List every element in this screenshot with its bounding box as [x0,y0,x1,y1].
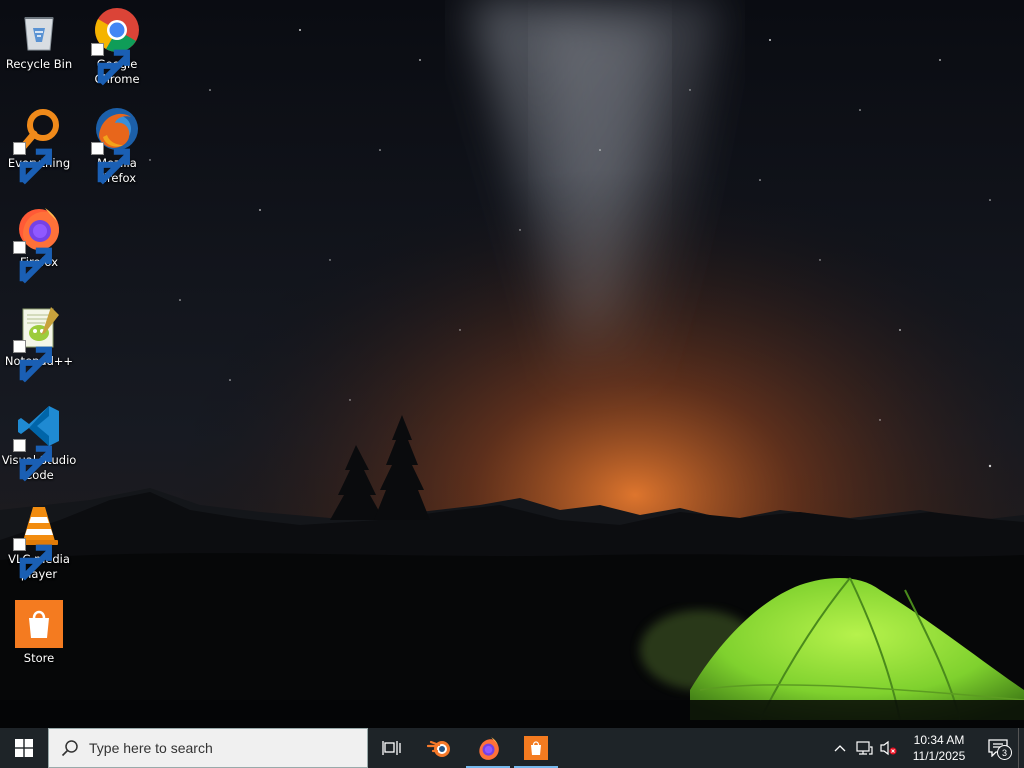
shortcut-arrow-icon [91,142,130,185]
chrome-icon [91,6,141,86]
blender-icon [427,740,450,757]
shortcut-arrow-icon [91,43,130,86]
recycle-bin-icon [15,6,63,54]
desktop-icon-vlc-media-player[interactable]: VLC media player [0,495,78,589]
task-view-button[interactable] [368,728,416,768]
store-icon [15,600,63,648]
everything-search-icon [13,105,63,185]
task-view-icon [382,741,401,755]
system-tray: 10:34 AM 11/1/2025 3 [828,728,1024,768]
store-taskbar-button[interactable] [512,728,560,768]
windows-logo-icon [15,739,33,757]
vscode-icon [13,402,63,482]
desktop-icon-visual-studio-code[interactable]: Visual Studio Code [0,396,78,490]
shortcut-arrow-icon [13,142,52,185]
desktop-icon-store[interactable]: Store [0,594,78,688]
taskbar-search-box[interactable]: Type here to search [48,728,368,768]
clock-date: 11/1/2025 [912,749,966,763]
search-placeholder: Type here to search [89,740,213,756]
show-hidden-icons-button[interactable] [828,728,852,768]
firefox-icon [13,204,63,284]
shortcut-arrow-icon [13,439,52,482]
shortcut-arrow-icon [13,538,52,581]
notification-count-badge: 3 [997,745,1012,760]
store-icon [524,736,548,760]
desktop-icon-label: Store [23,651,55,665]
show-desktop-button[interactable] [1018,728,1024,768]
taskbar-clock[interactable]: 10:34 AM 11/1/2025 [900,728,978,768]
firefox-icon [479,737,499,760]
shortcut-arrow-icon [13,241,52,284]
clock-time: 10:34 AM [913,733,965,747]
desktop-icon-recycle-bin[interactable]: Recycle Bin [0,0,78,94]
desktop-icon-everything[interactable]: Everything [0,99,78,193]
taskbar: Type here to search 10:34 AM 11/1/2025 3 [0,728,1024,768]
chevron-up-icon [834,745,846,752]
blender-button[interactable] [416,728,464,768]
action-center-button[interactable]: 3 [978,728,1018,768]
volume-muted-icon [880,740,897,756]
search-icon [61,740,78,757]
network-button[interactable] [852,728,876,768]
network-icon [856,741,873,755]
volume-button[interactable] [876,728,900,768]
start-button[interactable] [0,728,48,768]
desktop-icon-mozilla-firefox[interactable]: Mozilla Firefox [78,99,156,193]
desktop-icon-google-chrome[interactable]: Google Chrome [78,0,156,94]
firefox-taskbar-button[interactable] [464,728,512,768]
shortcut-arrow-icon [13,340,52,383]
desktop-icon-label: Recycle Bin [5,57,73,71]
vlc-icon [13,501,63,581]
notepad-plus-plus-icon [13,303,63,383]
desktop-icon-notepad-plus-plus[interactable]: Notepad++ [0,297,78,391]
firefox-legacy-icon [91,105,141,185]
desktop-icon-firefox[interactable]: Firefox [0,198,78,292]
